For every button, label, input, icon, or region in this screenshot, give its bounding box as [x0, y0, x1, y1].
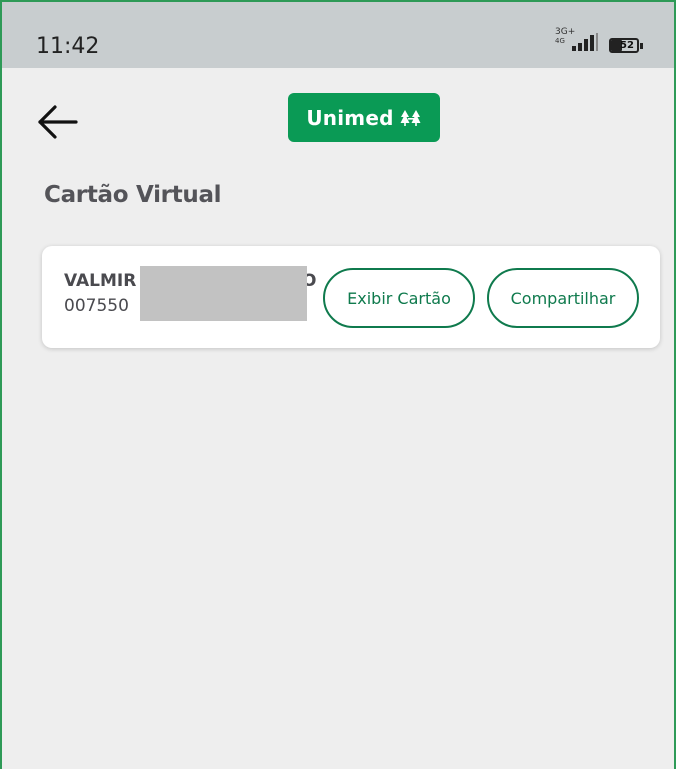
- card-number: 007550: [64, 296, 129, 316]
- battery-level: 52: [620, 40, 634, 51]
- signal-icon: [572, 33, 598, 51]
- share-button[interactable]: Compartilhar: [487, 268, 639, 328]
- battery-cap: [640, 43, 643, 49]
- battery-icon: 52: [609, 38, 644, 55]
- view-card-button[interactable]: Exibir Cartão: [323, 268, 475, 328]
- unimed-trees-icon: [400, 109, 421, 126]
- unimed-logo: Unimed: [288, 93, 440, 142]
- redaction-box: [140, 266, 307, 321]
- app-frame: 11:42 3G+ 4G 52 Unimed Cartão Virtual VA…: [0, 0, 676, 769]
- status-bar: 11:42 3G+ 4G 52: [2, 2, 674, 68]
- virtual-card-item: VALMIR O 007550 Exibir Cartão Compartilh…: [42, 246, 660, 348]
- logo-text: Unimed: [306, 105, 394, 130]
- card-holder-name: VALMIR: [64, 271, 137, 291]
- status-time: 11:42: [36, 34, 100, 59]
- back-button[interactable]: [34, 102, 80, 142]
- page-title: Cartão Virtual: [44, 182, 222, 208]
- arrow-left-icon: [38, 105, 78, 139]
